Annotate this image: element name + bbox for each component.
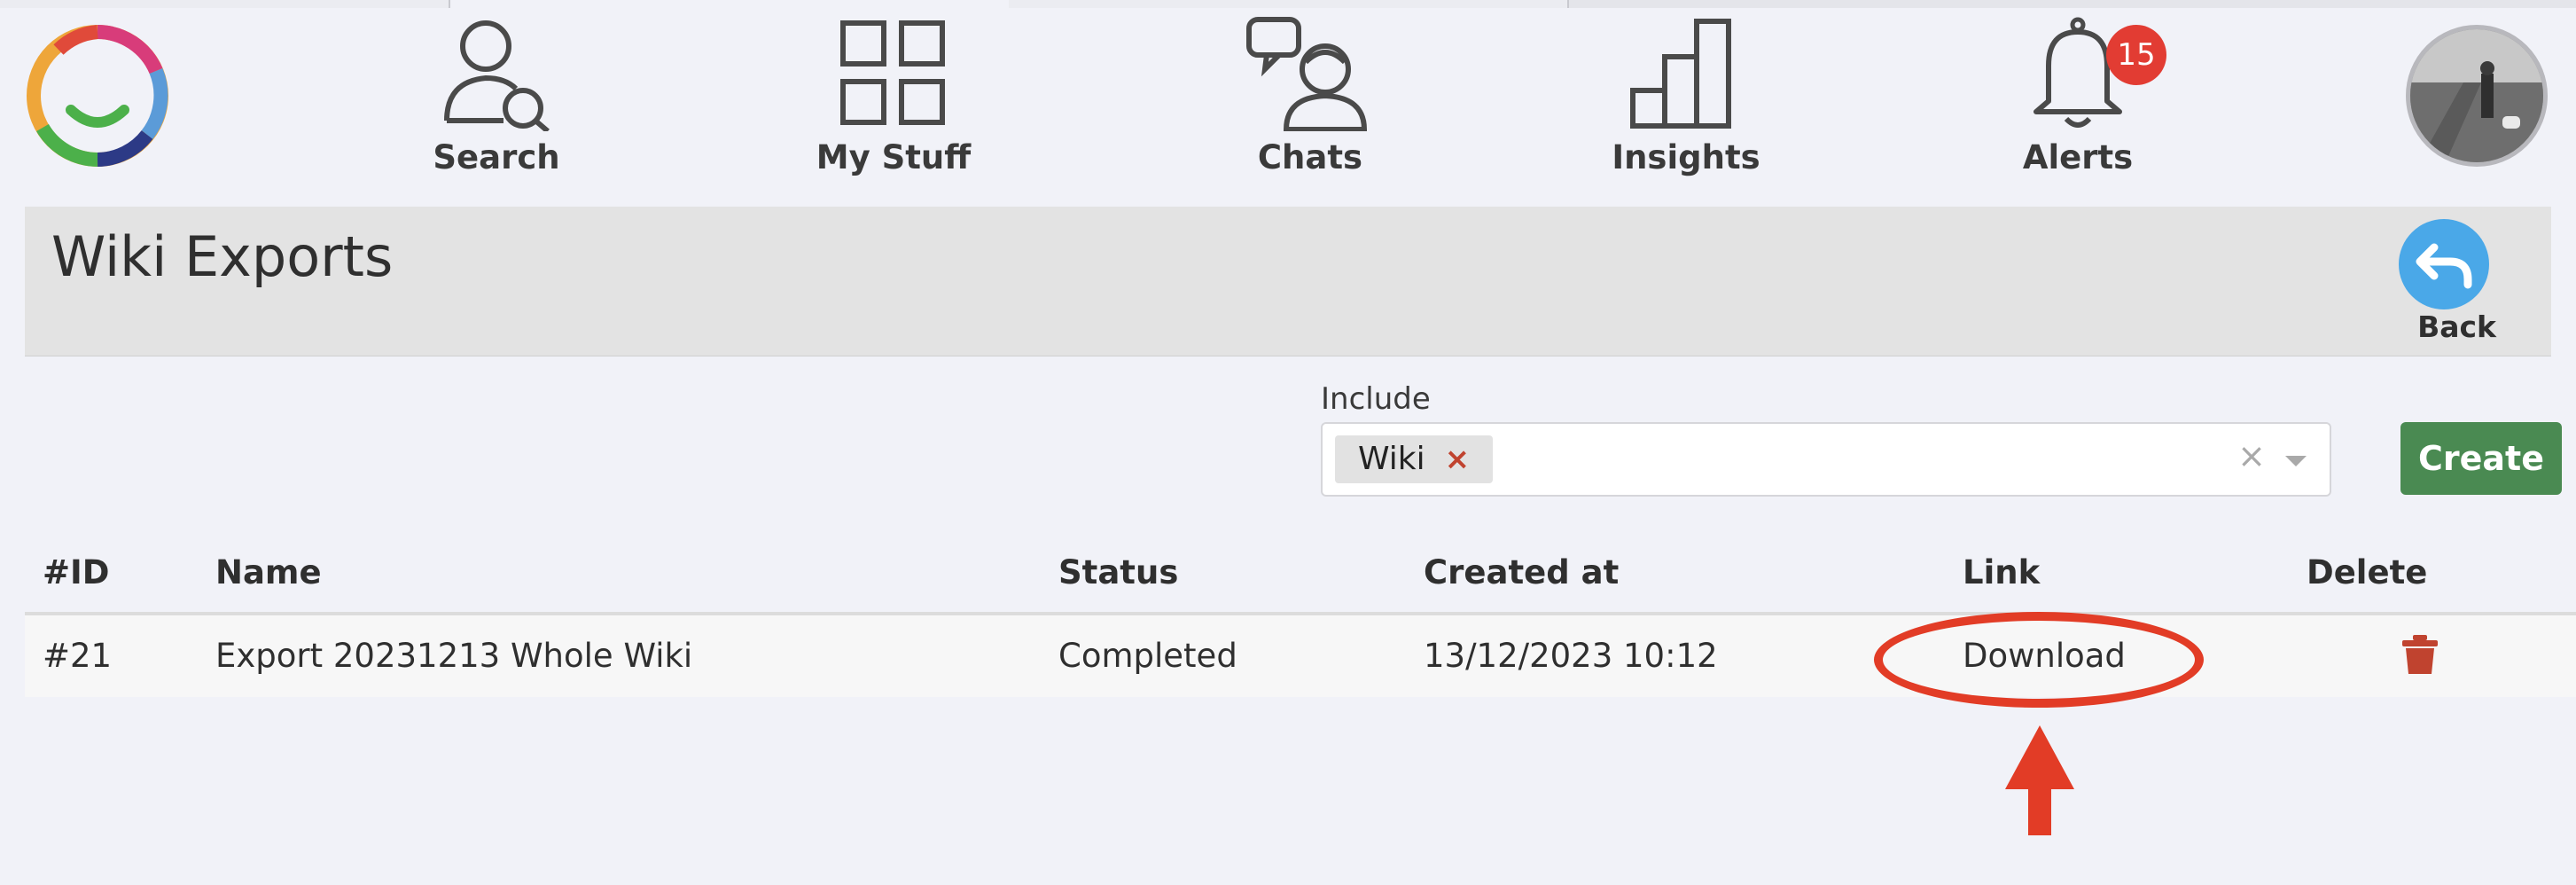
column-header-id: #ID bbox=[43, 553, 110, 591]
avatar-photo bbox=[2410, 29, 2543, 162]
annotation-arrow-icon bbox=[2005, 725, 2074, 835]
nav-alerts-label: Alerts bbox=[2022, 138, 2134, 176]
column-header-delete: Delete bbox=[2307, 553, 2428, 591]
browser-tab-active[interactable] bbox=[449, 0, 1011, 8]
column-header-link: Link bbox=[1963, 553, 2041, 591]
alerts-count-badge: 15 bbox=[2106, 25, 2166, 85]
column-header-status: Status bbox=[1058, 553, 1179, 591]
nav-chats[interactable]: Chats bbox=[1195, 16, 1425, 184]
back-button-label[interactable]: Back bbox=[2417, 309, 2496, 344]
browser-tab[interactable] bbox=[1009, 0, 1569, 8]
row-name: Export 20231213 Whole Wiki bbox=[215, 637, 693, 675]
nav-my-stuff-label: My Stuff bbox=[816, 138, 972, 176]
create-button[interactable]: Create bbox=[2400, 422, 2562, 495]
include-chip-label: Wiki bbox=[1358, 441, 1425, 477]
include-label: Include bbox=[1321, 381, 1431, 417]
bar-chart-icon bbox=[1630, 19, 1731, 129]
nav-chats-label: Chats bbox=[1257, 138, 1363, 176]
column-header-created-at: Created at bbox=[1424, 553, 1620, 591]
column-header-name: Name bbox=[215, 553, 322, 591]
annotation-circle bbox=[1874, 612, 2204, 708]
person-search-icon bbox=[444, 20, 550, 131]
back-arrow-icon bbox=[2416, 243, 2472, 289]
dropdown-caret-icon[interactable] bbox=[2285, 456, 2307, 466]
nav-my-stuff[interactable]: My Stuff bbox=[778, 16, 1009, 184]
include-chip-wiki: Wiki × bbox=[1335, 435, 1494, 483]
grid-icon bbox=[840, 20, 945, 125]
chat-person-icon bbox=[1246, 17, 1368, 131]
browser-tab-strip bbox=[0, 0, 2576, 8]
user-avatar[interactable] bbox=[2406, 25, 2548, 167]
row-status: Completed bbox=[1058, 637, 1237, 675]
nav-search[interactable]: Search bbox=[381, 16, 612, 184]
page-title: Wiki Exports bbox=[51, 224, 394, 289]
chip-remove-icon[interactable]: × bbox=[1445, 442, 1471, 477]
nav-insights[interactable]: Insights bbox=[1571, 16, 1801, 184]
nav-search-label: Search bbox=[433, 138, 560, 176]
app-logo[interactable] bbox=[23, 21, 172, 170]
include-select[interactable]: Wiki × × bbox=[1321, 422, 2331, 497]
trash-icon[interactable] bbox=[2400, 633, 2439, 676]
row-created-at: 13/12/2023 10:12 bbox=[1424, 637, 1718, 675]
back-button[interactable] bbox=[2399, 219, 2489, 309]
clear-selection-icon[interactable]: × bbox=[2237, 436, 2266, 475]
nav-insights-label: Insights bbox=[1612, 138, 1760, 176]
nav-alerts[interactable]: 15 Alerts bbox=[1963, 16, 2193, 184]
page-header: Wiki Exports Back bbox=[25, 207, 2551, 356]
row-id: #21 bbox=[43, 637, 113, 675]
browser-tab[interactable] bbox=[0, 0, 450, 8]
